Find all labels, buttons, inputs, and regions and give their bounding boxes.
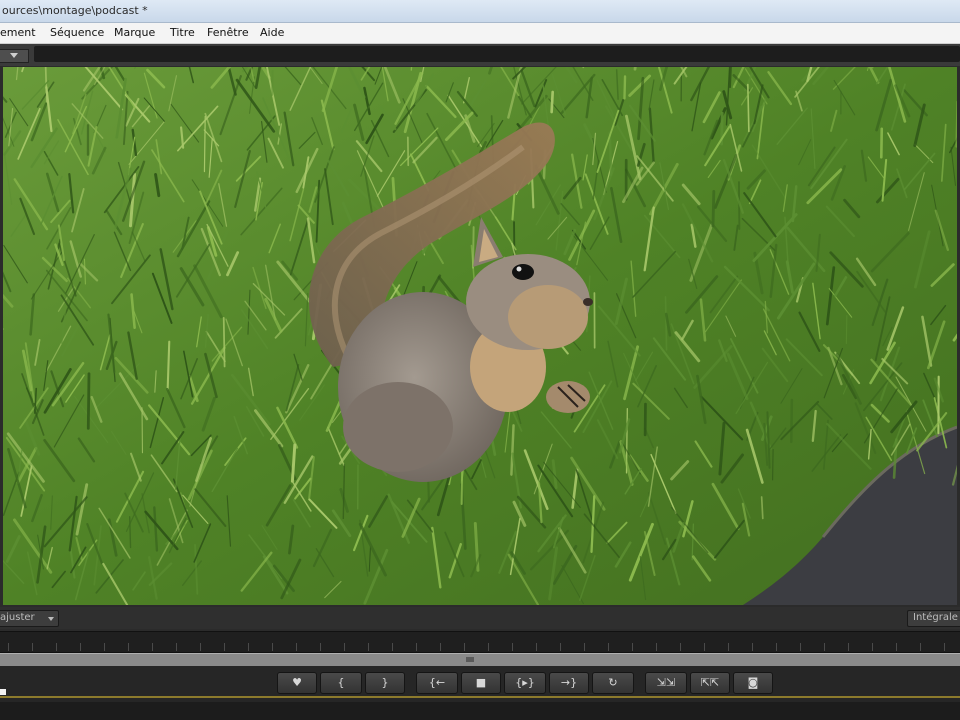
timeline-scrollbar[interactable] [0, 653, 960, 667]
ruler-tick [896, 643, 897, 651]
monitor-panel-header [0, 44, 960, 66]
ruler-tick [632, 643, 633, 651]
chevron-down-icon [48, 617, 54, 621]
ruler-tick [800, 643, 801, 651]
ruler-tick [392, 643, 393, 651]
menu-bar: ement Séquence Marque Titre Fenêtre Aide [0, 23, 960, 44]
ruler-tick [920, 643, 921, 651]
ruler-tick [656, 643, 657, 651]
menu-edit[interactable]: ement [0, 26, 36, 39]
title-bar: ources\montage\podcast * [0, 0, 960, 23]
ruler-tick [32, 643, 33, 651]
mark-in-button[interactable]: { [320, 672, 362, 694]
ruler-tick [440, 643, 441, 651]
ruler-tick [608, 643, 609, 651]
ruler-tick [944, 643, 945, 651]
menu-title[interactable]: Titre [170, 26, 195, 39]
go-to-in-button[interactable]: {← [416, 672, 458, 694]
stop-icon: ■ [475, 676, 487, 689]
ruler-tick [488, 643, 489, 651]
ruler-tick [416, 643, 417, 651]
menu-help[interactable]: Aide [260, 26, 284, 39]
ruler-tick [56, 643, 57, 651]
ruler-tick [104, 643, 105, 651]
ruler-tick [80, 643, 81, 651]
playhead-marker[interactable] [0, 689, 6, 695]
ruler-tick [584, 643, 585, 651]
ruler-tick [512, 643, 513, 651]
play-in-to-out-icon: {▸} [515, 676, 535, 689]
video-frame [3, 67, 957, 605]
menu-sequence[interactable]: Séquence [50, 26, 104, 39]
insert-icon: ⇲⇲ [656, 676, 676, 689]
ruler-tick [296, 643, 297, 651]
stop-button[interactable]: ■ [461, 672, 501, 694]
ruler-tick [176, 643, 177, 651]
program-monitor[interactable] [3, 67, 957, 605]
overlay-button[interactable]: ⇱⇱ [690, 672, 730, 694]
ruler-tick [248, 643, 249, 651]
zoom-dropdown-value: ajuster [0, 612, 35, 623]
ruler-tick [368, 643, 369, 651]
ruler-tick [272, 643, 273, 651]
status-strip [0, 702, 960, 720]
play-in-to-out-button[interactable]: {▸} [504, 672, 546, 694]
mark-out-button[interactable]: } [365, 672, 405, 694]
panel-tab-strip [34, 46, 960, 62]
ruler-tick [776, 643, 777, 651]
insert-button[interactable]: ⇲⇲ [645, 672, 687, 694]
ruler-tick [200, 643, 201, 651]
window-title: ources\montage\podcast * [2, 4, 148, 17]
ruler-tick [872, 643, 873, 651]
marker-icon: ♥ [292, 676, 302, 689]
resolution-dropdown[interactable]: Intégrale [907, 610, 960, 627]
ruler-tick [848, 643, 849, 651]
ruler-tick [680, 643, 681, 651]
work-area-bar [0, 696, 960, 698]
monitor-options-bar: ajuster Intégrale [0, 607, 960, 629]
ruler-tick [752, 643, 753, 651]
go-to-out-button[interactable]: →} [549, 672, 589, 694]
loop-icon: ↻ [608, 676, 618, 689]
loop-button[interactable]: ↻ [592, 672, 634, 694]
ruler-tick [344, 643, 345, 651]
ruler-tick [8, 643, 9, 651]
menu-window[interactable]: Fenêtre [207, 26, 249, 39]
panel-menu-button[interactable] [0, 49, 29, 63]
camera-icon: ◙ [747, 676, 759, 689]
overlay-icon: ⇱⇱ [700, 676, 720, 689]
chevron-down-icon [10, 53, 18, 58]
menu-marker[interactable]: Marque [114, 26, 155, 39]
mark-out-icon: } [381, 676, 389, 689]
time-ruler[interactable] [0, 631, 960, 653]
mark-in-icon: { [337, 676, 345, 689]
add-marker-button[interactable]: ♥ [277, 672, 317, 694]
go-to-in-icon: {← [428, 676, 446, 689]
scrollbar-grip[interactable] [466, 657, 474, 662]
ruler-tick [128, 643, 129, 651]
ruler-tick [824, 643, 825, 651]
ruler-tick [560, 643, 561, 651]
ruler-tick [320, 643, 321, 651]
transport-controls: ♥ { } {← ■ {▸} →} ↻ ⇲⇲ ⇱⇱ ◙ [0, 666, 960, 720]
ruler-tick [224, 643, 225, 651]
go-to-out-icon: →} [560, 676, 578, 689]
zoom-dropdown[interactable]: ajuster [0, 610, 59, 627]
ruler-tick [536, 643, 537, 651]
resolution-dropdown-value: Intégrale [913, 612, 958, 623]
ruler-tick [152, 643, 153, 651]
export-frame-button[interactable]: ◙ [733, 672, 773, 694]
ruler-tick [464, 643, 465, 651]
ruler-tick [704, 643, 705, 651]
ruler-tick [728, 643, 729, 651]
